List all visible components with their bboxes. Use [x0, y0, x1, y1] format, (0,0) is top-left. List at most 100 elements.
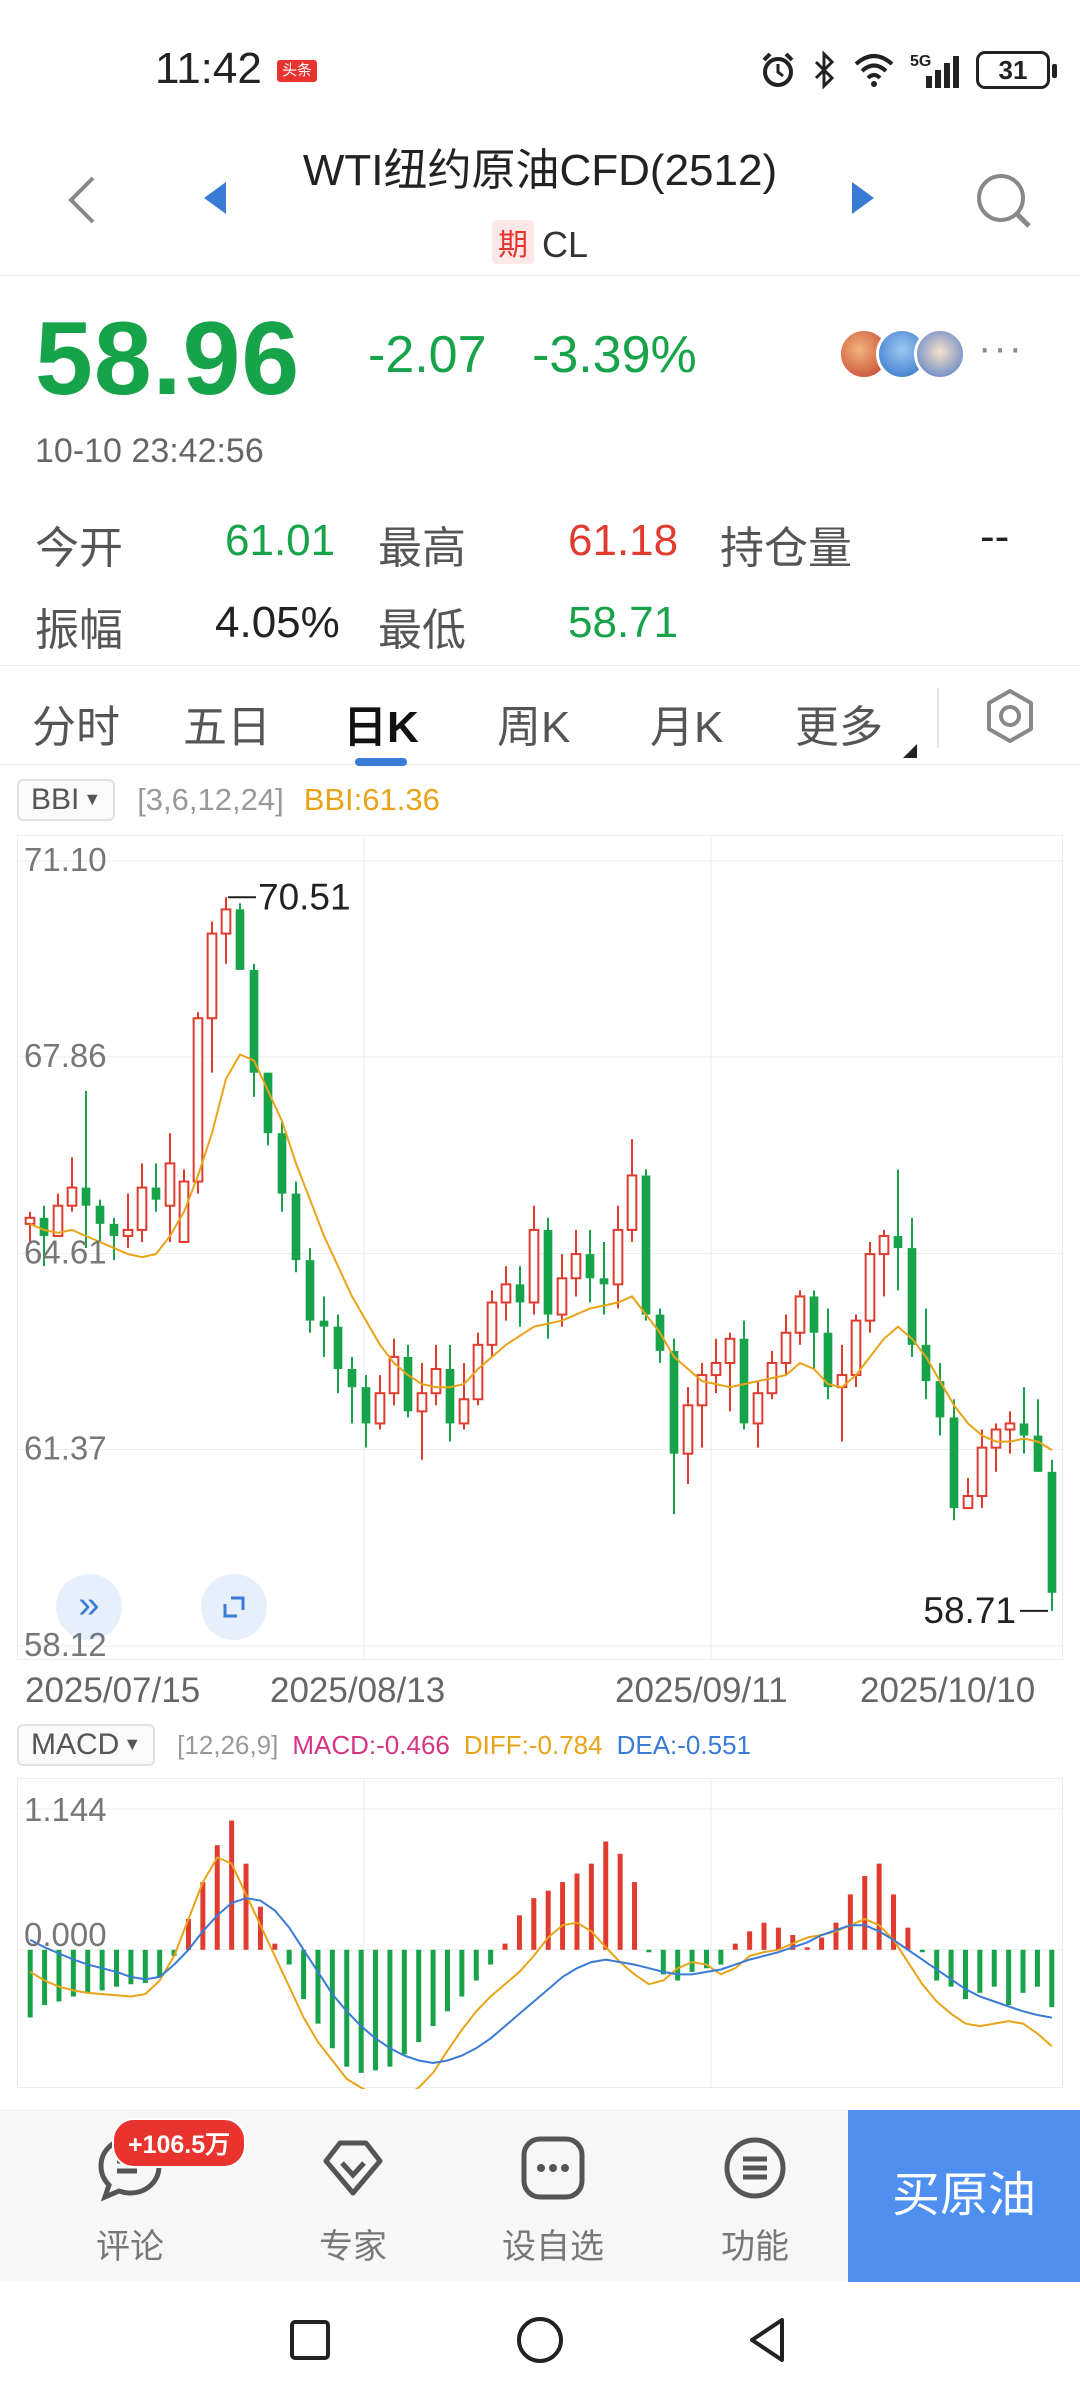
bbi-indicator-row: BBI ▼ [3,6,12,24] BBI:61.36	[17, 775, 440, 825]
expand-left-button[interactable]: »	[56, 1574, 122, 1640]
macd-bar	[675, 1949, 681, 1981]
candle	[1019, 1387, 1029, 1454]
more-dropdown-indicator	[903, 744, 917, 758]
candle	[739, 1320, 749, 1430]
candle	[570, 1229, 582, 1297]
x-tick-label: 2025/07/15	[25, 1671, 200, 1710]
candle	[962, 1477, 974, 1510]
candle	[430, 1344, 442, 1406]
macd-bar	[531, 1898, 537, 1950]
quote-timestamp: 10-10 23:42:56	[35, 432, 264, 470]
macd-bar	[747, 1931, 753, 1950]
bluetooth-icon	[814, 50, 835, 90]
chart-settings-icon[interactable]	[982, 688, 1038, 744]
candle	[122, 1193, 134, 1249]
candle	[585, 1229, 595, 1303]
candle	[655, 1308, 665, 1363]
home-icon[interactable]	[510, 2310, 570, 2370]
macd-bar	[157, 1949, 163, 1977]
macd-chart[interactable]: 1.144 0.000	[17, 1778, 1064, 2101]
add-watchlist-button[interactable]: 设自选	[478, 2111, 628, 2283]
tab-daily-k[interactable]: 日K	[343, 691, 419, 755]
candle	[220, 897, 232, 964]
macd-bar	[732, 1943, 738, 1950]
y-tick-label: 67.86	[24, 1037, 107, 1074]
last-price: 58.96	[35, 301, 301, 417]
macd-bar	[516, 1915, 522, 1950]
search-icon[interactable]	[973, 170, 1035, 232]
wifi-icon	[854, 54, 894, 87]
discussion-avatars[interactable]	[838, 328, 968, 384]
macd-bar	[833, 1922, 839, 1950]
chevron-down-icon: ▼	[123, 1734, 142, 1754]
candle	[305, 1248, 315, 1333]
open-interest-label: 持仓量	[720, 524, 852, 573]
candle	[486, 1290, 498, 1357]
high-label: 最高	[378, 524, 466, 573]
candle	[794, 1290, 806, 1345]
tab-weekly-k[interactable]: 周K	[497, 691, 570, 755]
candle	[151, 1163, 161, 1212]
candle	[1047, 1459, 1057, 1611]
candle	[766, 1350, 778, 1400]
y-tick-label: 64.61	[24, 1234, 107, 1271]
high-value: 61.18	[568, 516, 679, 565]
macd-params: [12,26,9]	[177, 1729, 279, 1760]
candle	[164, 1133, 176, 1243]
candle	[1004, 1411, 1016, 1454]
macd-bar	[243, 1863, 249, 1950]
divider	[937, 688, 939, 748]
candle	[388, 1338, 400, 1406]
amplitude-value: 4.05%	[215, 598, 340, 647]
diff-line	[29, 1856, 1053, 2101]
candle	[976, 1429, 988, 1509]
macd-bar	[85, 1949, 91, 1993]
dea-value: DEA:-0.551	[616, 1729, 751, 1760]
candle	[1033, 1399, 1043, 1472]
kline-chart[interactable]: 71.10 67.86 64.61 61.37 58.12 70.51 58.71 »	[17, 835, 1064, 1663]
dea-line	[29, 1897, 1052, 2065]
previous-contract-icon[interactable]	[200, 178, 230, 218]
chevron-down-icon: ▼	[83, 789, 102, 809]
macd-bar	[229, 1820, 235, 1950]
candle	[416, 1362, 428, 1460]
macd-bar	[962, 1949, 968, 2000]
more-icon[interactable]: ···	[978, 326, 1024, 371]
double-chevron-right-icon: »	[78, 1584, 100, 1626]
expert-icon	[323, 2140, 383, 2196]
bbi-indicator-select[interactable]: BBI ▼	[17, 779, 116, 821]
macd-bar	[315, 1949, 321, 2024]
macd-bar	[804, 1947, 810, 1950]
back-icon[interactable]	[55, 170, 115, 230]
candle	[333, 1314, 343, 1394]
page-title: WTI纽约原油CFD(2512)	[302, 146, 778, 195]
signal-5g-icon: 5G	[910, 53, 959, 88]
macd-bar	[977, 1949, 983, 1993]
tab-monthly-k[interactable]: 月K	[650, 691, 723, 755]
active-tab-indicator	[355, 758, 407, 766]
network-type: 5G	[910, 53, 931, 70]
next-contract-icon[interactable]	[848, 178, 878, 218]
fullscreen-button[interactable]	[201, 1574, 267, 1640]
candle	[599, 1242, 609, 1315]
x-tick-label: 2025/10/10	[860, 1671, 1035, 1710]
macd-bar	[430, 1949, 436, 2027]
tab-intraday[interactable]: 分时	[32, 691, 120, 755]
nav-header: WTI纽约原油CFD(2512) 期 CL	[0, 140, 1080, 276]
candle	[458, 1362, 470, 1430]
news-app-badge: 头条	[277, 60, 318, 82]
expert-button[interactable]: 专家	[278, 2111, 428, 2283]
tab-five-day[interactable]: 五日	[183, 691, 271, 755]
macd-bar	[329, 1949, 335, 2049]
tab-more[interactable]: 更多	[795, 691, 883, 755]
back-nav-icon[interactable]	[738, 2310, 798, 2370]
kline-chart-svg: 71.1067.8664.6161.3758.1270.5158.71	[18, 836, 1064, 1663]
function-button[interactable]: 功能	[680, 2111, 830, 2283]
candle	[696, 1362, 708, 1448]
macd-bar	[99, 1949, 105, 1991]
buy-oil-button[interactable]: 买原油	[848, 2110, 1080, 2282]
y-tick-label: 61.37	[24, 1429, 107, 1466]
macd-indicator-select[interactable]: MACD ▼	[17, 1724, 156, 1766]
recent-apps-icon[interactable]	[280, 2310, 340, 2370]
candle	[641, 1169, 651, 1321]
